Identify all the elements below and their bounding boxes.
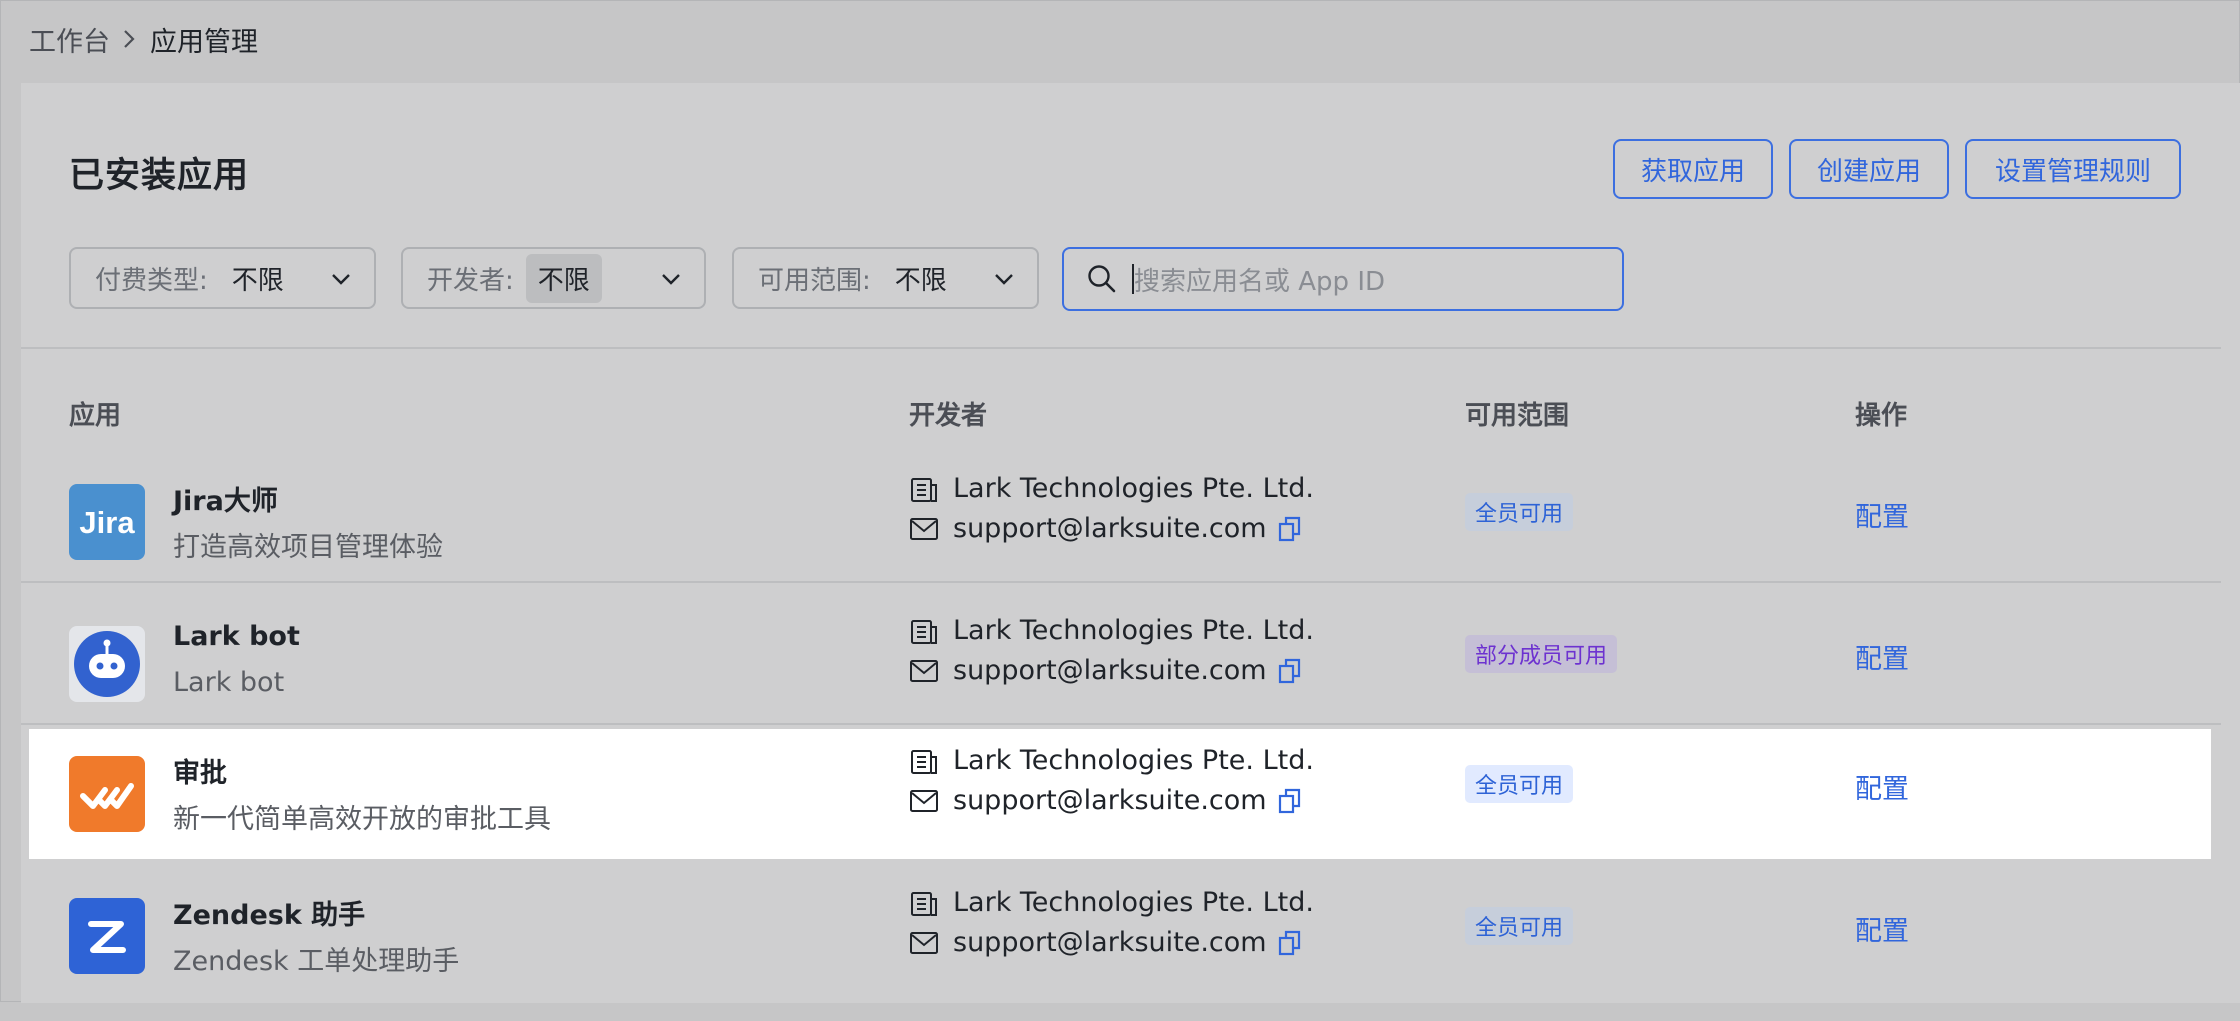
scope-filter-value: 不限 bbox=[894, 265, 947, 296]
app-description: 打造高效项目管理体验 bbox=[173, 532, 443, 563]
scope-filter[interactable]: 可用范围: 不限 bbox=[732, 247, 1039, 309]
developer-company: Lark Technologies Pte. Ltd. bbox=[909, 615, 1314, 646]
copy-icon[interactable] bbox=[1277, 515, 1303, 543]
pay-type-label: 付费类型: bbox=[95, 265, 208, 296]
management-rules-button[interactable]: 设置管理规则 bbox=[1965, 139, 2181, 199]
table-row-highlighted[interactable]: 审批 新一代简单高效开放的审批工具 Lark Technologies Pte.… bbox=[29, 729, 2211, 859]
column-header-action: 操作 bbox=[1855, 401, 1908, 431]
column-header-developer: 开发者 bbox=[909, 401, 988, 431]
company-name: Lark Technologies Pte. Ltd. bbox=[953, 473, 1314, 504]
developer-filter-value: 不限 bbox=[525, 253, 602, 303]
chevron-down-icon bbox=[330, 267, 352, 297]
row-divider bbox=[21, 581, 2221, 583]
zendesk-logo bbox=[69, 898, 145, 974]
company-name: Lark Technologies Pte. Ltd. bbox=[953, 745, 1314, 776]
robot-logo bbox=[69, 626, 145, 702]
table-row: Jira Jira大师 打造高效项目管理体验 Lark Technologies… bbox=[21, 453, 2221, 595]
email-address: support@larksuite.com bbox=[953, 513, 1267, 544]
search-placeholder: 搜索应用名或 App ID bbox=[1134, 266, 1386, 297]
building-icon bbox=[909, 746, 939, 776]
mail-icon bbox=[909, 656, 939, 686]
copy-icon[interactable] bbox=[1277, 787, 1303, 815]
copy-icon[interactable] bbox=[1277, 657, 1303, 685]
search-icon bbox=[1086, 263, 1118, 295]
configure-link[interactable]: 配置 bbox=[1855, 767, 1909, 806]
app-name: Zendesk 助手 bbox=[173, 900, 366, 931]
email-address: support@larksuite.com bbox=[953, 655, 1267, 686]
scope-badge: 部分成员可用 bbox=[1465, 635, 1618, 673]
developer-company: Lark Technologies Pte. Ltd. bbox=[909, 745, 1314, 776]
breadcrumb-root[interactable]: 工作台 bbox=[29, 20, 110, 59]
configure-link[interactable]: 配置 bbox=[1855, 637, 1909, 676]
page-title: 已安装应用 bbox=[69, 156, 250, 196]
scope-badge: 全员可用 bbox=[1465, 493, 1574, 531]
table-row: Zendesk 助手 Zendesk 工单处理助手 Lark Technolog… bbox=[21, 879, 2221, 1021]
email-address: support@larksuite.com bbox=[953, 927, 1267, 958]
get-app-button[interactable]: 获取应用 bbox=[1613, 139, 1773, 199]
email-address: support@larksuite.com bbox=[953, 785, 1267, 816]
building-icon bbox=[909, 888, 939, 918]
app-description: 新一代简单高效开放的审批工具 bbox=[173, 804, 551, 835]
pay-type-value: 不限 bbox=[231, 265, 284, 296]
breadcrumb: 工作台 应用管理 bbox=[29, 19, 258, 59]
developer-email: support@larksuite.com bbox=[909, 785, 1303, 816]
developer-company: Lark Technologies Pte. Ltd. bbox=[909, 473, 1314, 504]
chevron-right-icon bbox=[122, 28, 136, 50]
scope-badge: 全员可用 bbox=[1465, 907, 1574, 945]
developer-email: support@larksuite.com bbox=[909, 655, 1303, 686]
app-name: Lark bot bbox=[173, 621, 300, 652]
app-window: 工作台 应用管理 已安装应用 获取应用 创建应用 设置管理规则 付费类型: 不限… bbox=[0, 0, 2240, 1003]
app-name: Jira大师 bbox=[173, 486, 278, 517]
breadcrumb-current: 应用管理 bbox=[150, 26, 258, 58]
company-name: Lark Technologies Pte. Ltd. bbox=[953, 615, 1314, 646]
configure-link[interactable]: 配置 bbox=[1855, 495, 1909, 534]
copy-icon[interactable] bbox=[1277, 929, 1303, 957]
search-input[interactable]: 搜索应用名或 App ID bbox=[1062, 247, 1624, 311]
app-name: 审批 bbox=[173, 758, 227, 789]
pay-type-filter[interactable]: 付费类型: 不限 bbox=[69, 247, 376, 309]
app-description: Lark bot bbox=[173, 667, 285, 698]
mail-icon bbox=[909, 786, 939, 816]
table-row: Lark bot Lark bot Lark Technologies Pte.… bbox=[21, 595, 2221, 737]
developer-filter-label: 开发者: bbox=[427, 265, 514, 296]
developer-email: support@larksuite.com bbox=[909, 927, 1303, 958]
approval-logo bbox=[69, 756, 145, 832]
installed-apps-panel: 已安装应用 获取应用 创建应用 设置管理规则 付费类型: 不限 开发者: 不限 … bbox=[21, 83, 2240, 1003]
app-description: Zendesk 工单处理助手 bbox=[173, 946, 460, 977]
scope-filter-label: 可用范围: bbox=[758, 265, 871, 296]
scope-badge: 全员可用 bbox=[1465, 765, 1574, 803]
divider bbox=[21, 347, 2221, 349]
row-divider bbox=[21, 723, 2221, 725]
column-header-app: 应用 bbox=[69, 401, 122, 431]
building-icon bbox=[909, 616, 939, 646]
column-header-scope: 可用范围 bbox=[1465, 401, 1570, 431]
configure-link[interactable]: 配置 bbox=[1855, 909, 1909, 948]
chevron-down-icon bbox=[660, 267, 682, 297]
developer-company: Lark Technologies Pte. Ltd. bbox=[909, 887, 1314, 918]
developer-filter[interactable]: 开发者: 不限 bbox=[401, 247, 706, 309]
mail-icon bbox=[909, 928, 939, 958]
mail-icon bbox=[909, 514, 939, 544]
developer-email: support@larksuite.com bbox=[909, 513, 1303, 544]
create-app-button[interactable]: 创建应用 bbox=[1789, 139, 1949, 199]
chevron-down-icon bbox=[993, 267, 1015, 297]
building-icon bbox=[909, 474, 939, 504]
jira-logo: Jira bbox=[69, 484, 145, 560]
svg-text:Jira: Jira bbox=[79, 505, 135, 540]
company-name: Lark Technologies Pte. Ltd. bbox=[953, 887, 1314, 918]
